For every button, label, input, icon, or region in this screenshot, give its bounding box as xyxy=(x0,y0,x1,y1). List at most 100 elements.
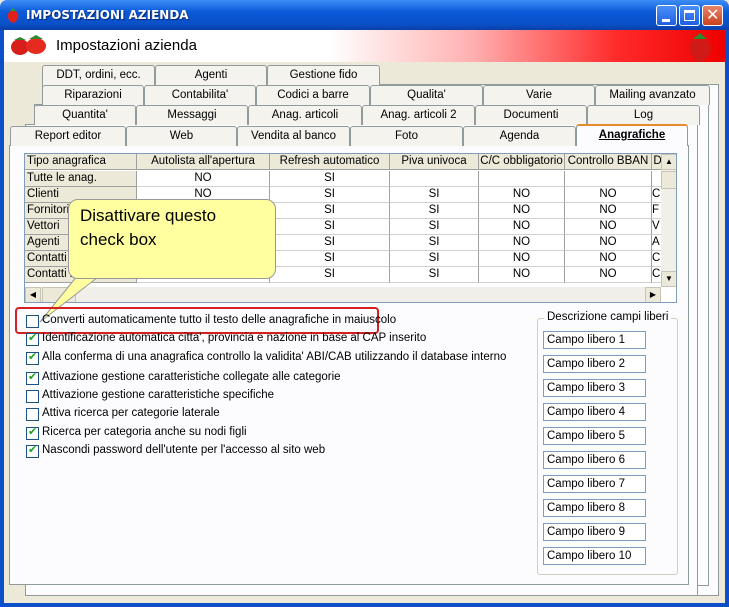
free-field-input-10[interactable]: Campo libero 10 xyxy=(543,547,646,565)
grid-header-2[interactable]: Refresh automatico xyxy=(270,154,390,170)
grid-cell[interactable]: SI xyxy=(270,251,390,267)
maximize-button[interactable] xyxy=(679,5,700,26)
grid-row-label[interactable]: Tutte le anag. xyxy=(25,171,137,187)
option-label-3[interactable]: Alla conferma di una anagrafica controll… xyxy=(42,351,506,363)
free-field-input-9[interactable]: Campo libero 9 xyxy=(543,523,646,541)
grid-cell[interactable]: NO xyxy=(479,235,565,251)
grid-header-0[interactable]: Tipo anagrafica xyxy=(25,154,137,170)
grid-cell[interactable]: NO xyxy=(479,219,565,235)
grid-cell[interactable]: NO xyxy=(565,203,652,219)
window-frame-left xyxy=(0,30,4,607)
scroll-right-icon[interactable]: ▶ xyxy=(645,287,661,302)
tab-quantita[interactable]: Quantita' xyxy=(34,105,136,125)
option-label-6[interactable]: Attiva ricerca per categorie laterale xyxy=(42,407,220,419)
free-field-input-1[interactable]: Campo libero 1 xyxy=(543,331,646,349)
grid-cell[interactable]: NO xyxy=(137,171,270,187)
maximize-icon xyxy=(684,10,695,21)
tab-varie[interactable]: Varie xyxy=(483,85,595,105)
grid-header-1[interactable]: Autolista all'apertura xyxy=(137,154,270,170)
grid-cell[interactable]: SI xyxy=(390,187,479,203)
scroll-thumb[interactable] xyxy=(661,171,676,189)
tab-anagrafiche[interactable]: Anagrafiche xyxy=(576,124,688,146)
option-label-1[interactable]: Converti automaticamente tutto il testo … xyxy=(42,314,396,326)
grid-cell[interactable] xyxy=(390,171,479,187)
option-label-4[interactable]: Attivazione gestione caratteristiche col… xyxy=(42,371,341,383)
tab-vendita-al-banco[interactable]: Vendita al banco xyxy=(237,126,350,146)
minimize-icon xyxy=(662,19,670,22)
tab-contabilita[interactable]: Contabilita' xyxy=(144,85,256,105)
free-field-input-6[interactable]: Campo libero 6 xyxy=(543,451,646,469)
tab-agenti[interactable]: Agenti xyxy=(155,65,267,85)
tab-web[interactable]: Web xyxy=(126,126,237,146)
window-title: IMPOSTAZIONI AZIENDA xyxy=(26,8,189,22)
grid-cell[interactable]: SI xyxy=(270,187,390,203)
close-button[interactable]: ✕ xyxy=(702,5,723,26)
option-label-8[interactable]: Nascondi password dell'utente per l'acce… xyxy=(42,444,325,456)
grid-cell[interactable]: NO xyxy=(479,251,565,267)
tab-codici-a-barre[interactable]: Codici a barre xyxy=(256,85,370,105)
tab-foto[interactable]: Foto xyxy=(350,126,463,146)
close-icon: ✕ xyxy=(706,5,720,24)
option-checkbox-2[interactable] xyxy=(26,331,39,346)
grid-cell[interactable]: NO xyxy=(565,235,652,251)
tab-agenda[interactable]: Agenda xyxy=(463,126,576,146)
grid-cell[interactable]: NO xyxy=(565,187,652,203)
grid-cell[interactable]: SI xyxy=(270,203,390,219)
grid-cell[interactable]: NO xyxy=(565,219,652,235)
option-label-7[interactable]: Ricerca per categoria anche su nodi figl… xyxy=(42,426,247,438)
grid-cell[interactable]: SI xyxy=(270,171,390,187)
grid-cell[interactable]: NO xyxy=(565,267,652,283)
free-field-input-8[interactable]: Campo libero 8 xyxy=(543,499,646,517)
grid-header-3[interactable]: Piva univoca xyxy=(390,154,479,170)
tab-mailing-avanzato[interactable]: Mailing avanzato xyxy=(595,85,710,105)
free-field-input-7[interactable]: Campo libero 7 xyxy=(543,475,646,493)
tab-gestione-fido[interactable]: Gestione fido xyxy=(267,65,380,85)
tab-anag-articoli[interactable]: Anag. articoli xyxy=(248,105,362,125)
tab-riparazioni[interactable]: Riparazioni xyxy=(42,85,144,105)
option-checkbox-5[interactable] xyxy=(26,390,39,403)
grid-cell[interactable]: SI xyxy=(270,219,390,235)
grid-cell[interactable]: NO xyxy=(479,267,565,283)
grid-cell[interactable]: SI xyxy=(270,235,390,251)
callout-line-2: check box xyxy=(80,230,157,249)
free-field-input-2[interactable]: Campo libero 2 xyxy=(543,355,646,373)
scroll-down-icon[interactable]: ▼ xyxy=(661,271,676,287)
window-frame-right xyxy=(725,30,729,607)
option-checkbox-1[interactable] xyxy=(26,315,39,328)
free-field-input-5[interactable]: Campo libero 5 xyxy=(543,427,646,445)
tab-qualita[interactable]: Qualita' xyxy=(370,85,483,105)
grid-header-4[interactable]: C/C obbligatorio xyxy=(479,154,565,170)
grid-cell[interactable]: SI xyxy=(390,267,479,283)
grid-header-5[interactable]: Controllo BBAN xyxy=(565,154,652,170)
grid-cell[interactable]: SI xyxy=(390,251,479,267)
option-checkbox-7[interactable] xyxy=(26,425,39,440)
grid-cell[interactable]: NO xyxy=(479,203,565,219)
option-checkbox-3[interactable] xyxy=(26,350,39,365)
free-field-input-4[interactable]: Campo libero 4 xyxy=(543,403,646,421)
tab-log[interactable]: Log xyxy=(587,105,700,125)
free-field-input-3[interactable]: Campo libero 3 xyxy=(543,379,646,397)
grid-cell[interactable]: SI xyxy=(390,235,479,251)
tab-ddt-ordini[interactable]: DDT, ordini, ecc. xyxy=(42,65,155,85)
grid-cell[interactable]: SI xyxy=(270,267,390,283)
option-label-5[interactable]: Attivazione gestione caratteristiche spe… xyxy=(42,389,274,401)
strawberries-logo-icon xyxy=(11,35,46,55)
grid-cell[interactable]: NO xyxy=(565,251,652,267)
grid-cell[interactable] xyxy=(479,171,565,187)
tab-documenti[interactable]: Documenti xyxy=(475,105,587,125)
grid-cell[interactable] xyxy=(565,171,652,187)
tab-anag-articoli-2[interactable]: Anag. articoli 2 xyxy=(362,105,475,125)
option-label-2[interactable]: Identificazione automatica citta', provi… xyxy=(42,332,426,344)
tab-report-editor[interactable]: Report editor xyxy=(10,126,126,146)
grid-cell[interactable]: SI xyxy=(390,219,479,235)
option-checkbox-4[interactable] xyxy=(26,370,39,385)
minimize-button[interactable] xyxy=(656,5,677,26)
vertical-scrollbar[interactable]: ▲ ▼ xyxy=(661,154,676,287)
scroll-up-icon[interactable]: ▲ xyxy=(661,154,676,170)
tab-messaggi[interactable]: Messaggi xyxy=(136,105,248,125)
grid-cell[interactable]: SI xyxy=(390,203,479,219)
grid-cell[interactable]: NO xyxy=(479,187,565,203)
strawberry-icon xyxy=(689,33,711,62)
option-checkbox-8[interactable] xyxy=(26,443,39,458)
option-checkbox-6[interactable] xyxy=(26,408,39,421)
